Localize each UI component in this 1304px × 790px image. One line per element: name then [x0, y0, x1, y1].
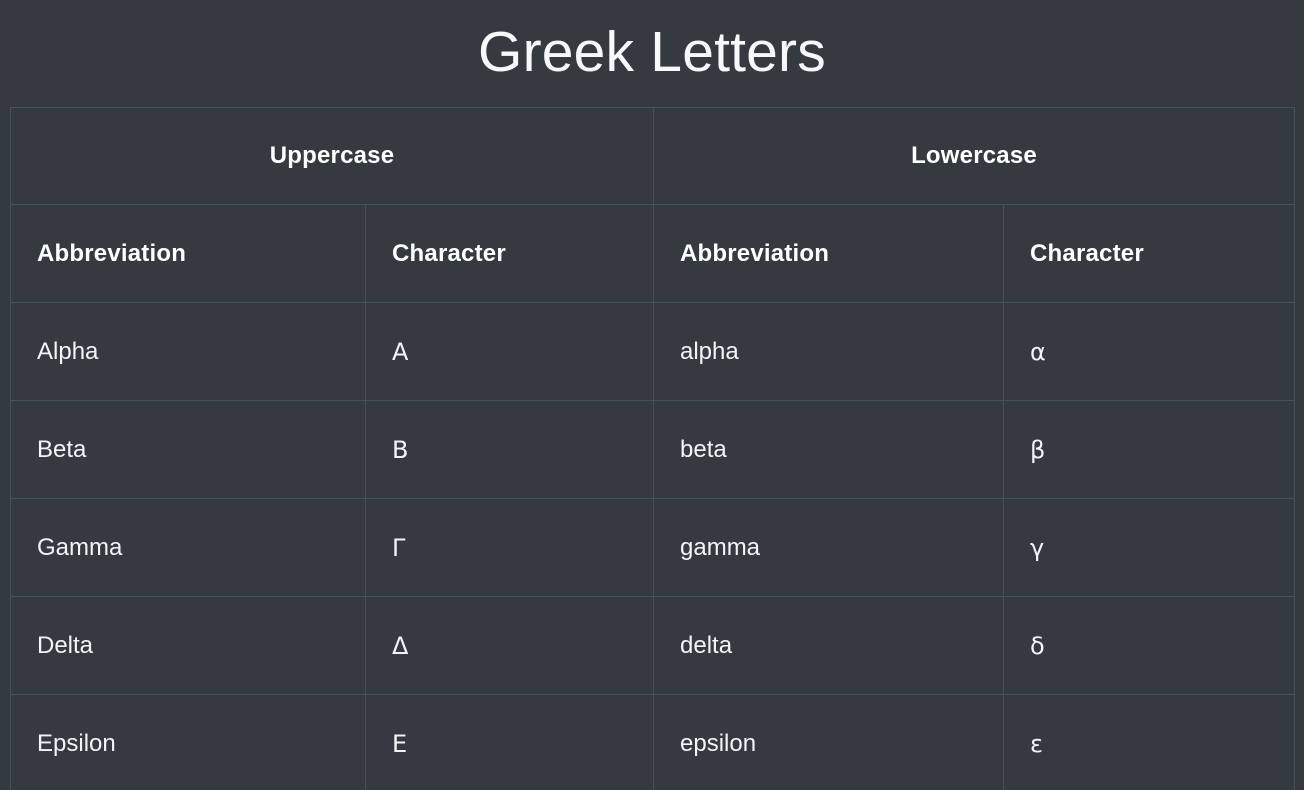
cell-lowercase-abbreviation: beta — [653, 400, 1004, 500]
page-root: Greek Letters Uppercase Lowercase Abbrev… — [0, 0, 1304, 790]
table-group-header-row: Uppercase Lowercase — [10, 107, 1295, 206]
cell-lowercase-abbreviation: alpha — [653, 302, 1004, 402]
group-header-lowercase: Lowercase — [653, 107, 1295, 206]
page-title: Greek Letters — [478, 20, 826, 84]
table-head: Uppercase Lowercase Abbreviation Charact… — [10, 107, 1295, 304]
table-row: Delta Δ delta δ — [10, 596, 1295, 696]
cell-lowercase-abbreviation: delta — [653, 596, 1004, 696]
cell-lowercase-abbreviation: epsilon — [653, 694, 1004, 790]
cell-uppercase-abbreviation: Alpha — [10, 302, 366, 402]
cell-uppercase-character: Β — [365, 400, 654, 500]
cell-uppercase-abbreviation: Delta — [10, 596, 366, 696]
column-header-uppercase-abbreviation: Abbreviation — [10, 204, 366, 304]
table-row: Beta Β beta β — [10, 400, 1295, 500]
column-header-lowercase-character: Character — [1003, 204, 1295, 304]
greek-letters-table: Uppercase Lowercase Abbreviation Charact… — [10, 107, 1295, 790]
table-body: Alpha Α alpha α Beta Β beta β Gamma Γ ga… — [10, 302, 1295, 790]
cell-uppercase-abbreviation: Epsilon — [10, 694, 366, 790]
column-header-lowercase-abbreviation: Abbreviation — [653, 204, 1004, 304]
table-row: Alpha Α alpha α — [10, 302, 1295, 402]
cell-uppercase-character: Α — [365, 302, 654, 402]
cell-lowercase-character: γ — [1003, 498, 1295, 598]
cell-lowercase-character: ε — [1003, 694, 1295, 790]
cell-uppercase-character: Δ — [365, 596, 654, 696]
group-header-uppercase: Uppercase — [10, 107, 654, 206]
cell-lowercase-abbreviation: gamma — [653, 498, 1004, 598]
cell-lowercase-character: α — [1003, 302, 1295, 402]
cell-uppercase-abbreviation: Gamma — [10, 498, 366, 598]
cell-lowercase-character: δ — [1003, 596, 1295, 696]
cell-uppercase-character: Γ — [365, 498, 654, 598]
column-header-uppercase-character: Character — [365, 204, 654, 304]
cell-uppercase-abbreviation: Beta — [10, 400, 366, 500]
table-row: Epsilon Ε epsilon ε — [10, 694, 1295, 790]
table-column-header-row: Abbreviation Character Abbreviation Char… — [10, 204, 1295, 304]
table-row: Gamma Γ gamma γ — [10, 498, 1295, 598]
cell-uppercase-character: Ε — [365, 694, 654, 790]
cell-lowercase-character: β — [1003, 400, 1295, 500]
